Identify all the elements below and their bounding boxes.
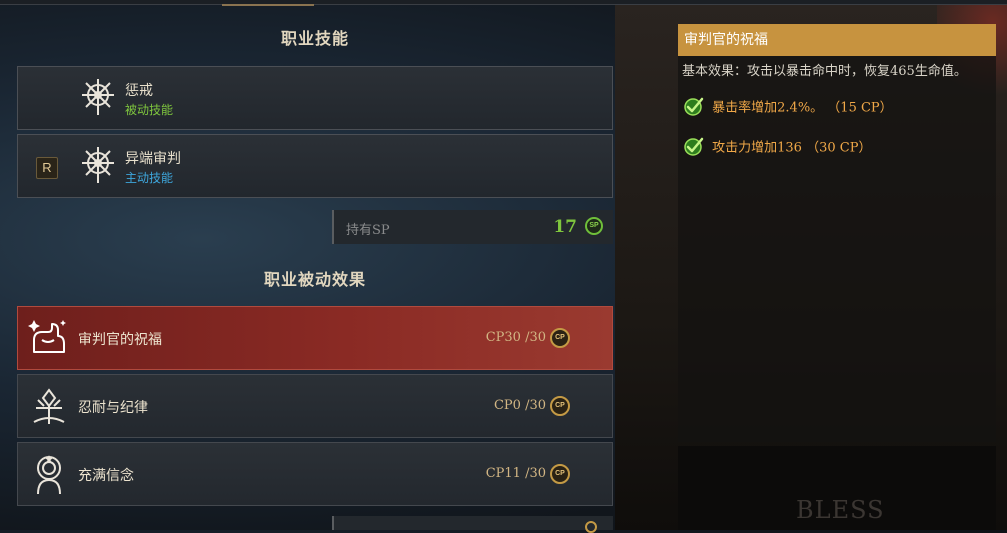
passive-cp: CP30 /30: [485, 330, 546, 345]
skill-name: 惩戒: [125, 83, 153, 99]
passive-item-full-faith[interactable]: 充满信念 CP11 /30 CP: [17, 442, 613, 506]
skills-section-title: 职业技能: [280, 29, 349, 48]
passive-cp: CP0 /30: [493, 398, 546, 413]
effect-text: 暴击率增加2.4%。 （15 CP）: [712, 100, 893, 116]
game-logo-area: BLESS: [678, 446, 996, 530]
passive-section-title: 职业被动效果: [263, 270, 366, 289]
cross-emblem-icon: [33, 388, 65, 424]
sp-label: 持有SP: [346, 223, 390, 238]
skill-type: 被动技能: [125, 103, 174, 117]
passive-item-endurance-discipline[interactable]: 忍耐与纪律 CP0 /30 CP: [17, 374, 613, 438]
hotkey-badge: R: [36, 157, 58, 179]
seal-icon: [82, 147, 114, 183]
halo-figure-icon: [37, 455, 61, 495]
passive-item-inquisitor-blessing[interactable]: 审判官的祝福 CP30 /30 CP: [17, 306, 613, 370]
detail-base-effect: 基本效果：攻击以暴击命中时，恢复465生命值。: [682, 64, 967, 79]
skill-name: 异端审判: [125, 151, 181, 167]
detail-panel: 审判官的祝福 基本效果：攻击以暴击命中时，恢复465生命值。 暴击率增加2.4%…: [678, 24, 996, 442]
passive-name: 忍耐与纪律: [78, 400, 148, 416]
flex-arm-icon: [28, 320, 66, 353]
effect-row: 暴击率增加2.4%。 （15 CP）: [684, 96, 893, 116]
game-logo: BLESS: [796, 496, 885, 524]
seal-icon: [82, 79, 114, 115]
skill-card-punish[interactable]: 惩戒 被动技能: [17, 66, 613, 130]
passive-cp: CP11 /30: [485, 466, 546, 481]
check-icon: [684, 97, 704, 116]
effect-row: 攻击力增加136 （30 CP）: [684, 136, 871, 156]
skill-type: 主动技能: [125, 171, 174, 185]
sp-counter: 持有SP 17 SP: [332, 210, 613, 244]
detail-title: 审判官的祝福: [678, 24, 996, 56]
effect-text: 攻击力增加136 （30 CP）: [712, 140, 872, 156]
top-tab-highlight: [222, 4, 314, 6]
check-icon: [684, 137, 704, 156]
cp-coin-icon: CP: [550, 396, 570, 416]
top-bar: [0, 0, 1007, 6]
passive-name: 审判官的祝福: [78, 332, 162, 348]
sp-coin-icon: SP: [585, 217, 603, 235]
cp-coin-icon: CP: [550, 464, 570, 484]
sp-value: 17: [553, 217, 577, 237]
cp-coin-icon: CP: [550, 328, 570, 348]
cp-coin-icon: [585, 521, 597, 533]
passive-name: 充满信念: [78, 468, 134, 484]
next-row-partial: [332, 516, 613, 533]
skill-card-heresy-trial[interactable]: R 异端审判 主动技能: [17, 134, 613, 198]
